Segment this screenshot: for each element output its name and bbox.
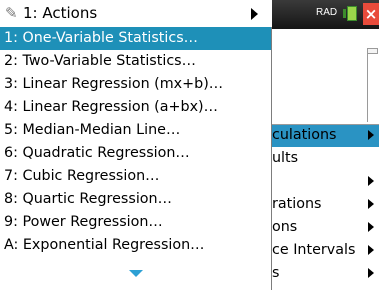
menu-item-one-variable-statistics[interactable]: 1: One-Variable Statistics… [0,27,271,50]
menu-item-quartic-regression[interactable]: 8: Quartic Regression… [0,188,271,211]
scrollbar-thumb[interactable] [367,48,378,54]
menu-item-cubic-regression[interactable]: 7: Cubic Regression… [0,165,271,188]
chevron-right-icon [251,8,258,20]
actions-dropdown-menu: 1: One-Variable Statistics… 2: Two-Varia… [0,27,272,290]
menu-item-linear-regression-mxb[interactable]: 3: Linear Regression (mx+b)… [0,73,271,96]
background-submenu-border [272,124,379,290]
close-icon[interactable]: × [363,3,379,25]
angle-mode-indicator: RAD [316,7,338,18]
menu-title: 1: Actions [23,4,98,22]
actions-menu-header[interactable]: ✎ 1: Actions [0,0,272,27]
menu-item-exponential-regression[interactable]: A: Exponential Regression… [0,234,271,257]
menu-item-linear-regression-abx[interactable]: 4: Linear Regression (a+bx)… [0,96,271,119]
menu-item-quadratic-regression[interactable]: 6: Quadratic Regression… [0,142,271,165]
scroll-down-icon[interactable] [129,270,143,277]
document-area [268,29,379,125]
battery-icon [343,6,357,21]
menu-item-two-variable-statistics[interactable]: 2: Two-Variable Statistics… [0,50,271,73]
menu-item-power-regression[interactable]: 9: Power Regression… [0,211,271,234]
menu-item-median-median-line[interactable]: 5: Median-Median Line… [0,119,271,142]
spreadsheet-tools-icon: ✎ [5,4,18,22]
scrollbar-track[interactable] [367,48,379,122]
